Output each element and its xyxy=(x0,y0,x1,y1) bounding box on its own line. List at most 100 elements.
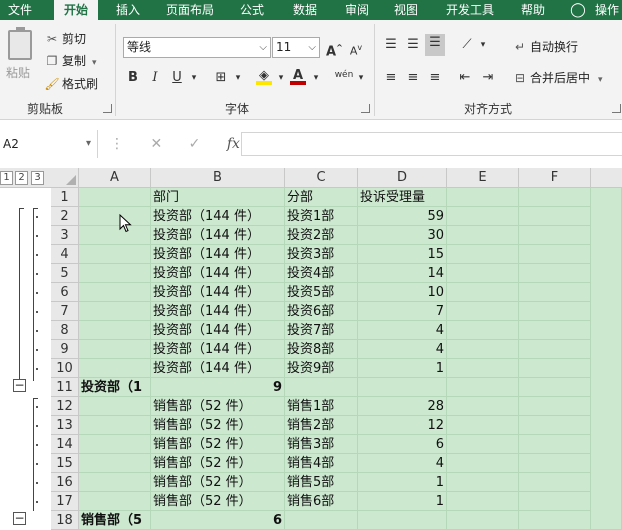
cell-c5[interactable]: 投资4部 xyxy=(285,264,358,283)
cell-f9[interactable] xyxy=(519,340,591,359)
formula-input[interactable] xyxy=(241,132,622,156)
grow-font-button[interactable]: A^ xyxy=(326,39,343,59)
outline-level-3-button[interactable]: 3 xyxy=(31,171,44,185)
cell-f11[interactable] xyxy=(519,378,591,397)
cell-f6[interactable] xyxy=(519,283,591,302)
collapse-group-button[interactable]: − xyxy=(13,512,26,525)
italic-button[interactable]: I xyxy=(147,69,163,87)
select-all-corner[interactable] xyxy=(51,168,79,188)
cell-c15[interactable]: 销售4部 xyxy=(285,454,358,473)
cell-c7[interactable]: 投资6部 xyxy=(285,302,358,321)
column-g-cells[interactable] xyxy=(591,188,622,530)
enter-icon[interactable]: ✓ xyxy=(189,136,201,152)
row-header-5[interactable]: 5 xyxy=(51,264,79,283)
row-header-4[interactable]: 4 xyxy=(51,245,79,264)
cell-b1[interactable]: 部门 xyxy=(151,188,285,207)
cell-d12[interactable]: 28 xyxy=(358,397,447,416)
cell-f5[interactable] xyxy=(519,264,591,283)
cell-b4[interactable]: 投资部（144 件） xyxy=(151,245,285,264)
cell-e18[interactable] xyxy=(447,511,519,530)
cell-e11[interactable] xyxy=(447,378,519,397)
chevron-down-icon[interactable]: ▾ xyxy=(186,69,202,87)
font-size-select[interactable]: 11 ⌵ xyxy=(272,37,320,58)
fill-color-icon[interactable]: ◈ xyxy=(256,67,272,85)
cell-a7[interactable] xyxy=(79,302,151,321)
cell-f17[interactable] xyxy=(519,492,591,511)
row-header-9[interactable]: 9 xyxy=(51,340,79,359)
cell-e4[interactable] xyxy=(447,245,519,264)
cell-d8[interactable]: 4 xyxy=(358,321,447,340)
cell-c6[interactable]: 投资5部 xyxy=(285,283,358,302)
row-header-7[interactable]: 7 xyxy=(51,302,79,321)
align-left-icon[interactable]: ≡ xyxy=(383,69,399,87)
paste-button-label[interactable]: 粘贴 xyxy=(6,64,30,81)
cell-f16[interactable] xyxy=(519,473,591,492)
cell-a9[interactable] xyxy=(79,340,151,359)
cell-c10[interactable]: 投资9部 xyxy=(285,359,358,378)
column-header-b[interactable]: B xyxy=(151,168,285,188)
lightbulb-icon[interactable]: ◯ xyxy=(570,2,586,18)
row-header-6[interactable]: 6 xyxy=(51,283,79,302)
column-header-e[interactable]: E xyxy=(447,168,519,188)
increase-indent-icon[interactable]: ⇥ xyxy=(480,69,496,87)
cell-d1[interactable]: 投诉受理量 xyxy=(358,188,447,207)
copy-button[interactable]: ❐ 复制 ▾ xyxy=(44,52,97,70)
cell-e12[interactable] xyxy=(447,397,519,416)
cell-a15[interactable] xyxy=(79,454,151,473)
cell-a2[interactable] xyxy=(79,207,151,226)
cell-d6[interactable]: 10 xyxy=(358,283,447,302)
font-launcher-icon[interactable] xyxy=(361,104,370,113)
cell-f7[interactable] xyxy=(519,302,591,321)
cell-a17[interactable] xyxy=(79,492,151,511)
cell-f13[interactable] xyxy=(519,416,591,435)
cell-f8[interactable] xyxy=(519,321,591,340)
tab-help[interactable]: 帮助 xyxy=(513,0,553,20)
underline-button[interactable]: U xyxy=(169,69,185,87)
cell-f2[interactable] xyxy=(519,207,591,226)
cell-f4[interactable] xyxy=(519,245,591,264)
row-header-8[interactable]: 8 xyxy=(51,321,79,340)
cell-c18[interactable] xyxy=(285,511,358,530)
cell-c8[interactable]: 投资7部 xyxy=(285,321,358,340)
row-header-12[interactable]: 12 xyxy=(51,397,79,416)
outline-level-2-button[interactable]: 2 xyxy=(15,171,28,185)
cell-d3[interactable]: 30 xyxy=(358,226,447,245)
row-header-13[interactable]: 13 xyxy=(51,416,79,435)
outline-level-1-button[interactable]: 1 xyxy=(0,171,13,185)
cell-b2[interactable]: 投资部（144 件） xyxy=(151,207,285,226)
cell-c1[interactable]: 分部 xyxy=(285,188,358,207)
cancel-icon[interactable]: ✕ xyxy=(150,136,162,152)
row-header-3[interactable]: 3 xyxy=(51,226,79,245)
font-color-icon[interactable]: A xyxy=(290,67,306,85)
cell-d15[interactable]: 4 xyxy=(358,454,447,473)
cell-b14[interactable]: 销售部（52 件） xyxy=(151,435,285,454)
cell-b17[interactable]: 销售部（52 件） xyxy=(151,492,285,511)
cell-c16[interactable]: 销售5部 xyxy=(285,473,358,492)
cell-a14[interactable] xyxy=(79,435,151,454)
row-header-18[interactable]: 18 xyxy=(51,511,79,530)
cell-d9[interactable]: 4 xyxy=(358,340,447,359)
column-header-a[interactable]: A xyxy=(79,168,151,188)
cell-d7[interactable]: 7 xyxy=(358,302,447,321)
cell-e14[interactable] xyxy=(447,435,519,454)
cell-c9[interactable]: 投资8部 xyxy=(285,340,358,359)
cell-f1[interactable] xyxy=(519,188,591,207)
align-right-icon[interactable]: ≡ xyxy=(427,69,443,87)
cell-e16[interactable] xyxy=(447,473,519,492)
cell-c13[interactable]: 销售2部 xyxy=(285,416,358,435)
cell-a5[interactable] xyxy=(79,264,151,283)
cell-e7[interactable] xyxy=(447,302,519,321)
cell-e6[interactable] xyxy=(447,283,519,302)
cell-a12[interactable] xyxy=(79,397,151,416)
cell-a10[interactable] xyxy=(79,359,151,378)
align-top-icon[interactable]: ☰ xyxy=(383,36,399,54)
cell-b8[interactable]: 投资部（144 件） xyxy=(151,321,285,340)
cell-c14[interactable]: 销售3部 xyxy=(285,435,358,454)
alignment-launcher-icon[interactable] xyxy=(612,104,621,113)
row-header-16[interactable]: 16 xyxy=(51,473,79,492)
cell-e2[interactable] xyxy=(447,207,519,226)
cell-c11[interactable] xyxy=(285,378,358,397)
collapse-group-button[interactable]: − xyxy=(13,379,26,392)
cell-a11[interactable]: 投资部（1 xyxy=(79,378,151,397)
cell-f3[interactable] xyxy=(519,226,591,245)
